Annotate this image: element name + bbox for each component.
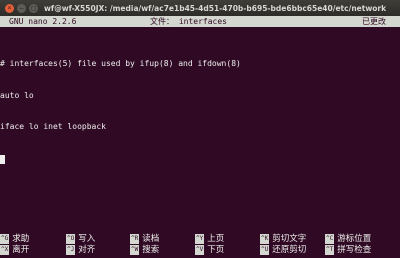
shortcut-label: 对齐 <box>78 245 96 255</box>
modified-status: 已更改 <box>362 17 386 26</box>
shortcut-label: 剪切文字 <box>272 234 307 244</box>
shortcut-cut-text[interactable]: ^K 剪切文字 <box>260 234 306 244</box>
shortcut-key: ^V <box>195 245 205 255</box>
minimize-icon: – <box>19 3 24 12</box>
shortcut-prev-page[interactable]: ^Y 上页 <box>195 234 224 244</box>
shortcut-label: 搜索 <box>142 245 160 255</box>
shortcut-exit[interactable]: ^X 离开 <box>0 245 29 255</box>
shortcut-key: ^R <box>130 234 140 244</box>
shortcut-label: 写入 <box>78 234 96 244</box>
nano-header-bar: GNU nano 2.2.6 文件： interfaces 已更改 <box>0 16 400 27</box>
shortcut-label: 求助 <box>12 234 30 244</box>
shortcut-label: 下页 <box>207 245 225 255</box>
shortcut-spell-check[interactable]: ^T 拼写检查 <box>325 245 371 255</box>
shortcut-label: 还原剪切 <box>272 245 307 255</box>
shortcut-justify[interactable]: ^J 对齐 <box>66 245 95 255</box>
shortcut-key: ^U <box>260 245 270 255</box>
close-window-button[interactable]: × <box>5 3 14 13</box>
maximize-icon: □ <box>31 3 36 12</box>
shortcut-key: ^O <box>66 234 76 244</box>
shortcut-bar: ^G 求助 ^O 写入 ^R 读档 ^Y 上页 ^K 剪切文字 ^C 游标位置 ^X 离开 ^… <box>0 234 400 256</box>
shortcut-uncut-text[interactable]: ^U 还原剪切 <box>260 245 306 255</box>
shortcut-read-file[interactable]: ^R 读档 <box>130 234 159 244</box>
shortcut-key: ^C <box>325 234 335 244</box>
text-cursor <box>0 154 5 164</box>
maximize-window-button[interactable]: □ <box>29 3 38 13</box>
terminal-window: × – □ wf@wf-X550JX: /media/wf/ac7e1b45-4… <box>0 0 400 258</box>
shortcut-next-page[interactable]: ^V 下页 <box>195 245 224 255</box>
shortcut-write-out[interactable]: ^O 写入 <box>66 234 95 244</box>
shortcut-label: 读档 <box>142 234 160 244</box>
shortcut-where-is[interactable]: ^W 搜索 <box>130 245 159 255</box>
title-bar[interactable]: × – □ wf@wf-X550JX: /media/wf/ac7e1b45-4… <box>0 0 400 16</box>
window-title: wf@wf-X550JX: /media/wf/ac7e1b45-4d51-47… <box>44 3 387 13</box>
buffer-line[interactable]: # interfaces(5) file used by ifup(8) and… <box>0 59 400 70</box>
shortcut-key: ^G <box>0 234 10 244</box>
shortcut-label: 离开 <box>12 245 30 255</box>
close-icon: × <box>7 3 12 12</box>
file-name: 文件： interfaces <box>150 17 227 26</box>
cursor-line[interactable] <box>0 154 400 165</box>
editor-buffer[interactable]: # interfaces(5) file used by ifup(8) and… <box>0 38 400 185</box>
shortcut-help[interactable]: ^G 求助 <box>0 234 29 244</box>
shortcut-label: 拼写检查 <box>337 245 372 255</box>
shortcut-key: ^K <box>260 234 270 244</box>
buffer-line[interactable]: iface lo inet loopback <box>0 122 400 133</box>
shortcut-key: ^T <box>325 245 335 255</box>
minimize-window-button[interactable]: – <box>17 3 26 13</box>
shortcut-label: 游标位置 <box>337 234 372 244</box>
nano-version: GNU nano 2.2.6 <box>9 17 77 26</box>
shortcut-key: ^Y <box>195 234 205 244</box>
shortcut-key: ^X <box>0 245 10 255</box>
shortcut-key: ^W <box>130 245 140 255</box>
buffer-line[interactable]: auto lo <box>0 91 400 102</box>
shortcut-cursor-pos[interactable]: ^C 游标位置 <box>325 234 371 244</box>
shortcut-label: 上页 <box>207 234 225 244</box>
shortcut-key: ^J <box>66 245 76 255</box>
